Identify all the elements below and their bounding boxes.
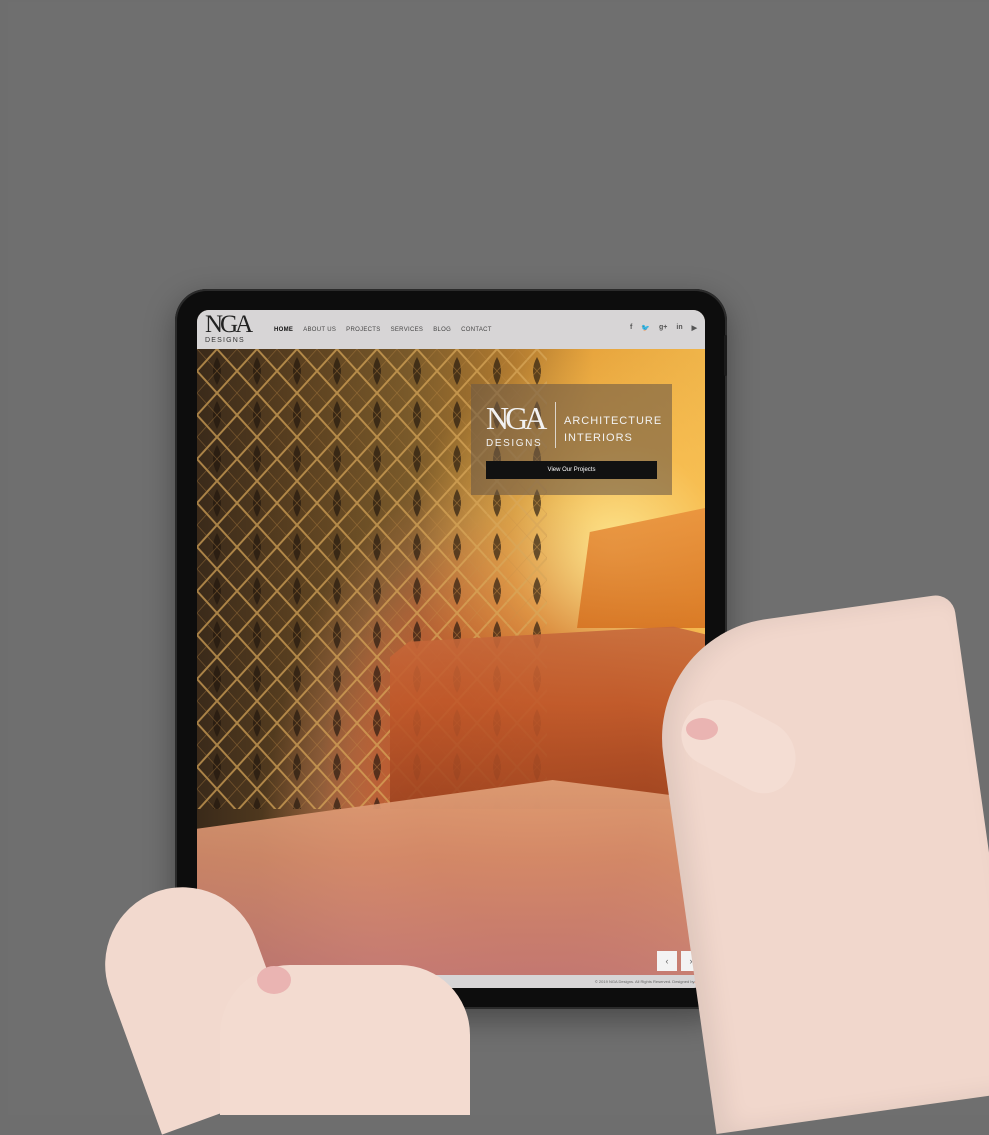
social-links: f 🐦 g+ in ▶ xyxy=(630,324,697,332)
footer-text: © 2019 NGA Designs. All Rights Reserved.… xyxy=(594,979,695,984)
nav-projects[interactable]: PROJECTS xyxy=(346,327,380,333)
hero-logo-mark: NGA xyxy=(486,400,547,436)
hero-interiors-label: INTERIORS xyxy=(564,432,633,444)
hero-divider xyxy=(555,402,556,448)
hero-logo-subtitle: DESIGNS xyxy=(486,438,543,449)
logo-mark: NGA xyxy=(205,311,253,338)
cushion-middle xyxy=(390,626,705,809)
nav-services[interactable]: SERVICES xyxy=(391,327,424,333)
youtube-icon[interactable]: ▶ xyxy=(692,324,697,332)
left-thumb-nail xyxy=(257,966,291,994)
hero-overlay-card: NGA DESIGNS ARCHITECTURE INTERIORS View … xyxy=(471,384,672,495)
hero-architecture-label: ARCHITECTURE xyxy=(564,415,663,427)
main-nav: HOME ABOUT US PROJECTS SERVICES BLOG CON… xyxy=(274,327,492,333)
nav-home[interactable]: HOME xyxy=(274,327,293,333)
right-thumb-nail xyxy=(686,718,718,740)
linkedin-icon[interactable]: in xyxy=(676,324,682,332)
logo-subtitle: DESIGNS xyxy=(205,337,245,344)
slider-prev-button[interactable]: ‹ xyxy=(657,951,677,971)
twitter-icon[interactable]: 🐦 xyxy=(641,324,650,332)
nav-blog[interactable]: BLOG xyxy=(433,327,451,333)
tablet-volume-button xyxy=(724,352,727,376)
nav-about-us[interactable]: ABOUT US xyxy=(303,327,336,333)
left-fingers xyxy=(220,965,470,1115)
nav-contact[interactable]: CONTACT xyxy=(461,327,492,333)
site-header: NGA DESIGNS HOME ABOUT US PROJECTS SERVI… xyxy=(197,310,705,349)
site-logo[interactable]: NGA DESIGNS xyxy=(202,310,262,349)
view-projects-button[interactable]: View Our Projects xyxy=(486,461,657,479)
facebook-icon[interactable]: f xyxy=(630,324,632,332)
tablet-screen: NGA DESIGNS HOME ABOUT US PROJECTS SERVI… xyxy=(197,310,705,988)
google-plus-icon[interactable]: g+ xyxy=(659,324,667,332)
